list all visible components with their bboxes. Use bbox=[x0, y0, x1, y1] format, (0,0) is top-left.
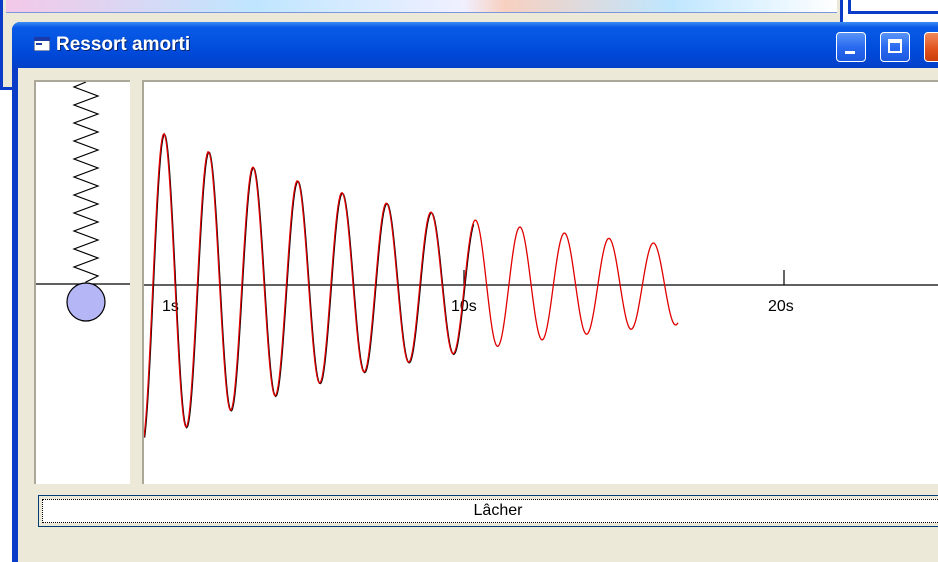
release-button[interactable]: Lâcher bbox=[38, 495, 938, 527]
tick-label-20s: 20s bbox=[768, 298, 794, 315]
graph-canvas: 1s 10s 20s bbox=[143, 132, 938, 438]
spring-coil bbox=[72, 81, 100, 287]
background-window-strip bbox=[6, 0, 837, 13]
spring-drawing bbox=[36, 81, 130, 322]
background-window-right bbox=[848, 0, 938, 14]
ressort-amorti-window: Ressort amorti 1s 10s 20s Lâcher bbox=[12, 22, 938, 562]
minimize-button[interactable] bbox=[836, 32, 866, 62]
title-bar[interactable]: Ressort amorti bbox=[12, 22, 938, 68]
release-button-label: Lâcher bbox=[42, 499, 938, 523]
window-title: Ressort amorti bbox=[56, 34, 191, 55]
app-window-icon bbox=[34, 37, 50, 51]
close-button[interactable] bbox=[924, 32, 938, 62]
spring-panel bbox=[34, 80, 130, 484]
mass-ball bbox=[66, 282, 106, 322]
window-client-area: 1s 10s 20s Lâcher bbox=[18, 68, 938, 562]
oscillation-graph: 1s 10s 20s bbox=[142, 80, 938, 484]
maximize-button[interactable] bbox=[880, 32, 910, 62]
